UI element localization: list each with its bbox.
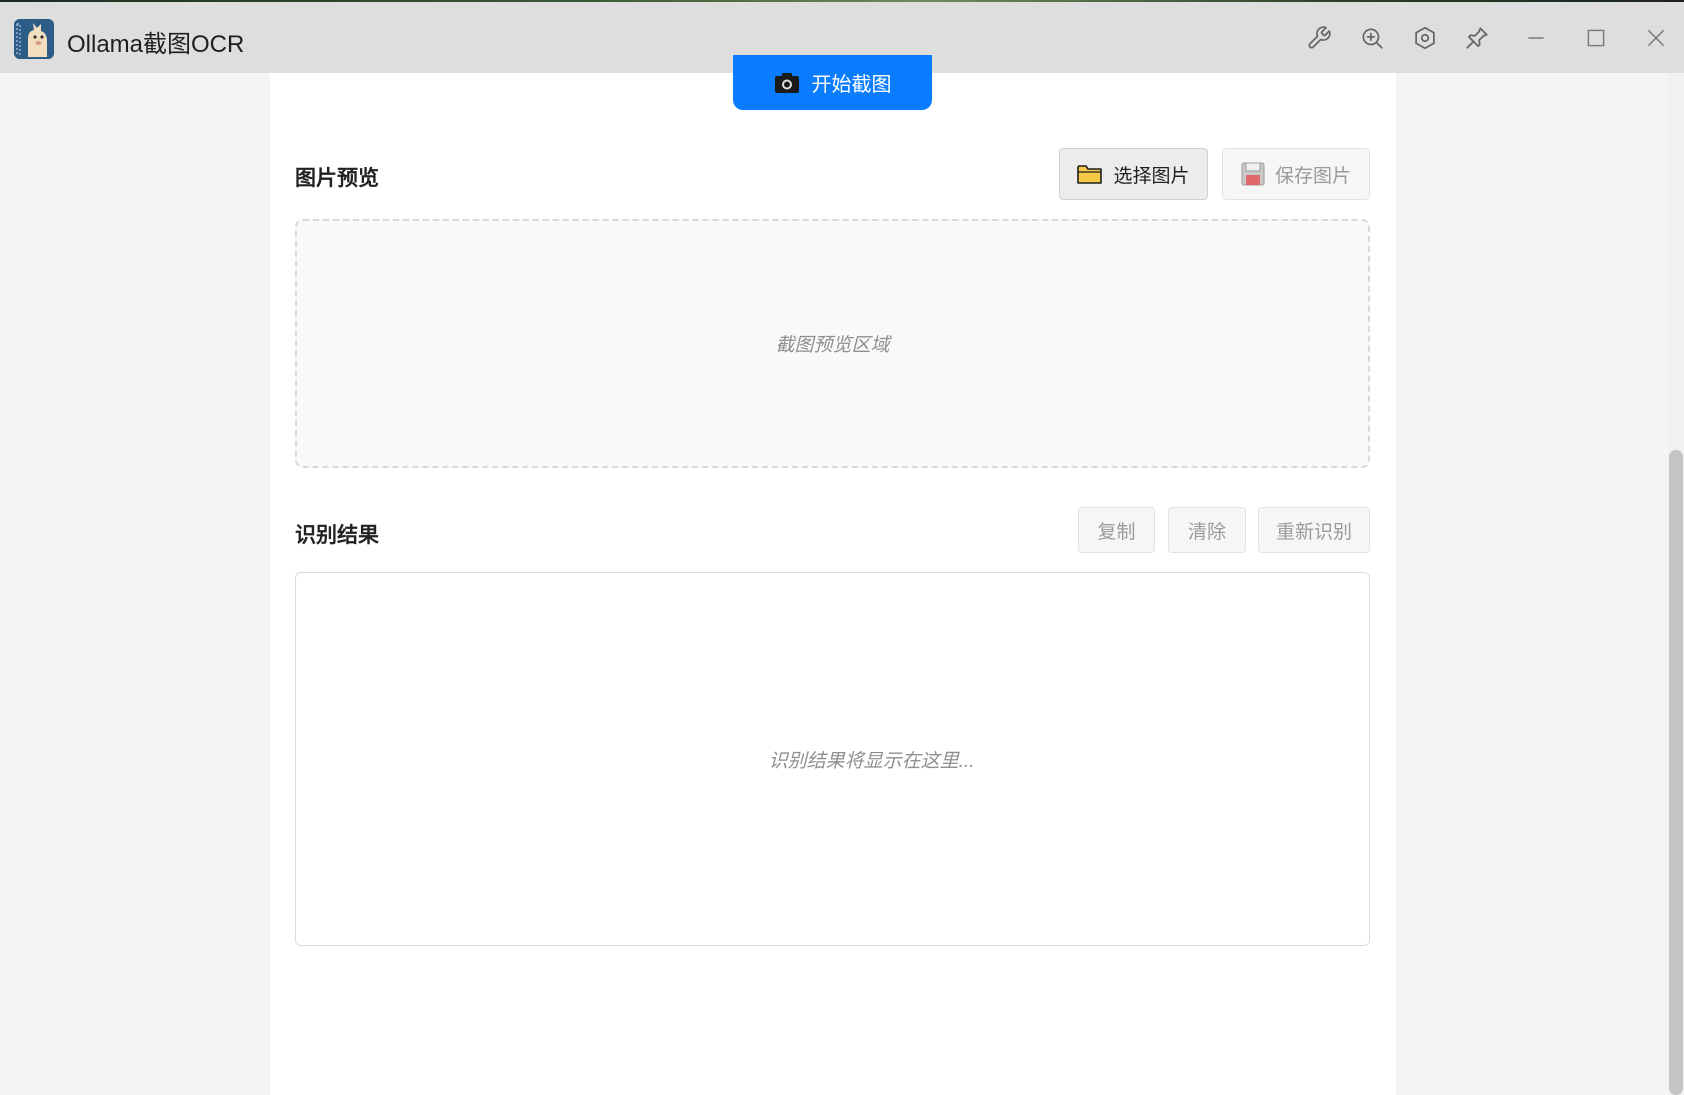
re-recognize-label: 重新识别	[1275, 521, 1352, 543]
start-capture-button[interactable]: 开始截图	[733, 55, 932, 110]
copy-button[interactable]: 复制	[1078, 507, 1155, 553]
scrollbar-thumb[interactable]	[1669, 450, 1683, 1095]
camera-icon	[774, 72, 799, 93]
save-image-button[interactable]: 保存图片	[1222, 148, 1370, 200]
result-section-title: 识别结果	[295, 524, 379, 547]
save-image-label: 保存图片	[1274, 165, 1351, 187]
select-image-label: 选择图片	[1113, 165, 1190, 187]
select-image-button[interactable]: 选择图片	[1059, 148, 1208, 200]
minimize-icon[interactable]	[1522, 24, 1550, 52]
result-placeholder: 识别结果将显示在这里...	[768, 750, 975, 772]
clear-label: 清除	[1187, 521, 1226, 543]
save-icon	[1241, 162, 1265, 186]
re-recognize-button[interactable]: 重新识别	[1258, 507, 1370, 553]
clear-button[interactable]: 清除	[1168, 507, 1246, 553]
result-text-area[interactable]: 识别结果将显示在这里...	[295, 572, 1370, 946]
app-logo	[14, 19, 54, 59]
app-title: Ollama截图OCR	[67, 31, 245, 58]
close-icon[interactable]	[1642, 24, 1670, 52]
folder-icon	[1077, 165, 1103, 184]
settings-icon[interactable]	[1411, 24, 1439, 52]
preview-placeholder: 截图预览区域	[775, 335, 890, 356]
wrench-icon[interactable]	[1305, 24, 1333, 52]
pin-icon[interactable]	[1463, 24, 1491, 52]
image-preview-area[interactable]: 截图预览区域	[295, 219, 1370, 468]
zoom-in-icon[interactable]	[1358, 24, 1386, 52]
preview-section-title: 图片预览	[295, 167, 379, 190]
maximize-icon[interactable]	[1582, 24, 1610, 52]
start-capture-label: 开始截图	[811, 74, 892, 96]
copy-label: 复制	[1097, 521, 1136, 543]
